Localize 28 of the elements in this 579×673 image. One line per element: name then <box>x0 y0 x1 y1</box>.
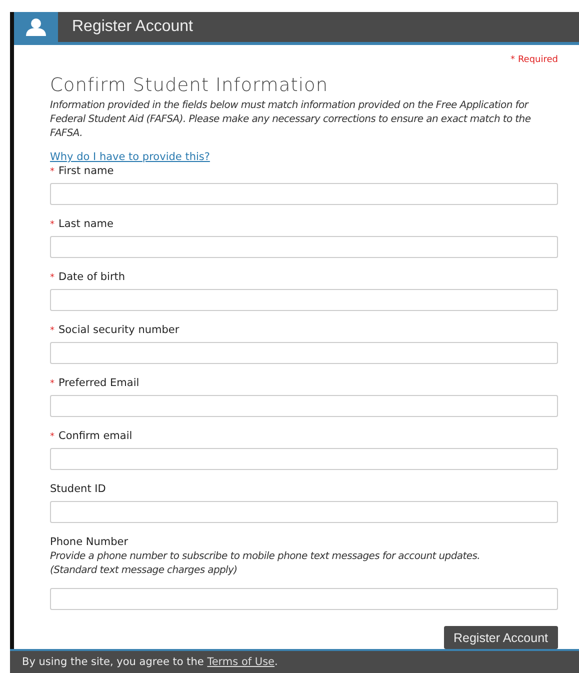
intro-text: Information provided in the fields below must match information provided on the Free Application for Federal Student Aid (FAFSA). Please make any necessary corrections to ensure an exact match to the FAFSA. <box>50 99 532 141</box>
field-label: Student ID <box>50 483 107 497</box>
input-field[interactable] <box>50 183 558 205</box>
field-label: * Last name <box>50 218 114 232</box>
field-hint: (Standard text message charges apply) <box>50 564 238 578</box>
input-field[interactable] <box>50 236 558 258</box>
field-label: * Date of birth <box>50 271 126 285</box>
required-mark: * <box>510 55 515 65</box>
input-field[interactable] <box>50 448 558 470</box>
help-link[interactable]: Why do I have to provide this? <box>50 151 210 163</box>
field-hint: Provide a phone number to subscribe to mobile phone text messages for account updates. <box>50 550 481 564</box>
terms-link[interactable]: Terms of Use <box>207 656 275 668</box>
field-label: * Social security number <box>50 324 180 338</box>
register-button[interactable]: Register Account <box>444 626 558 649</box>
footer-text: By using the site, you agree to the Terms of Use. <box>22 656 278 668</box>
input-field[interactable] <box>50 289 558 311</box>
required-note: Required <box>518 55 558 65</box>
user-icon <box>25 18 47 36</box>
input-field[interactable] <box>50 588 558 610</box>
form-title: Confirm Student Information <box>50 75 330 96</box>
window-title: Register Account <box>72 18 193 36</box>
field-label: Phone Number <box>50 536 130 550</box>
field-label: * Confirm email <box>50 430 134 444</box>
input-field[interactable] <box>50 395 558 417</box>
input-field[interactable] <box>50 342 558 364</box>
field-label: * First name <box>50 165 115 179</box>
field-label: * Preferred Email <box>50 377 140 391</box>
input-field[interactable] <box>50 501 558 523</box>
